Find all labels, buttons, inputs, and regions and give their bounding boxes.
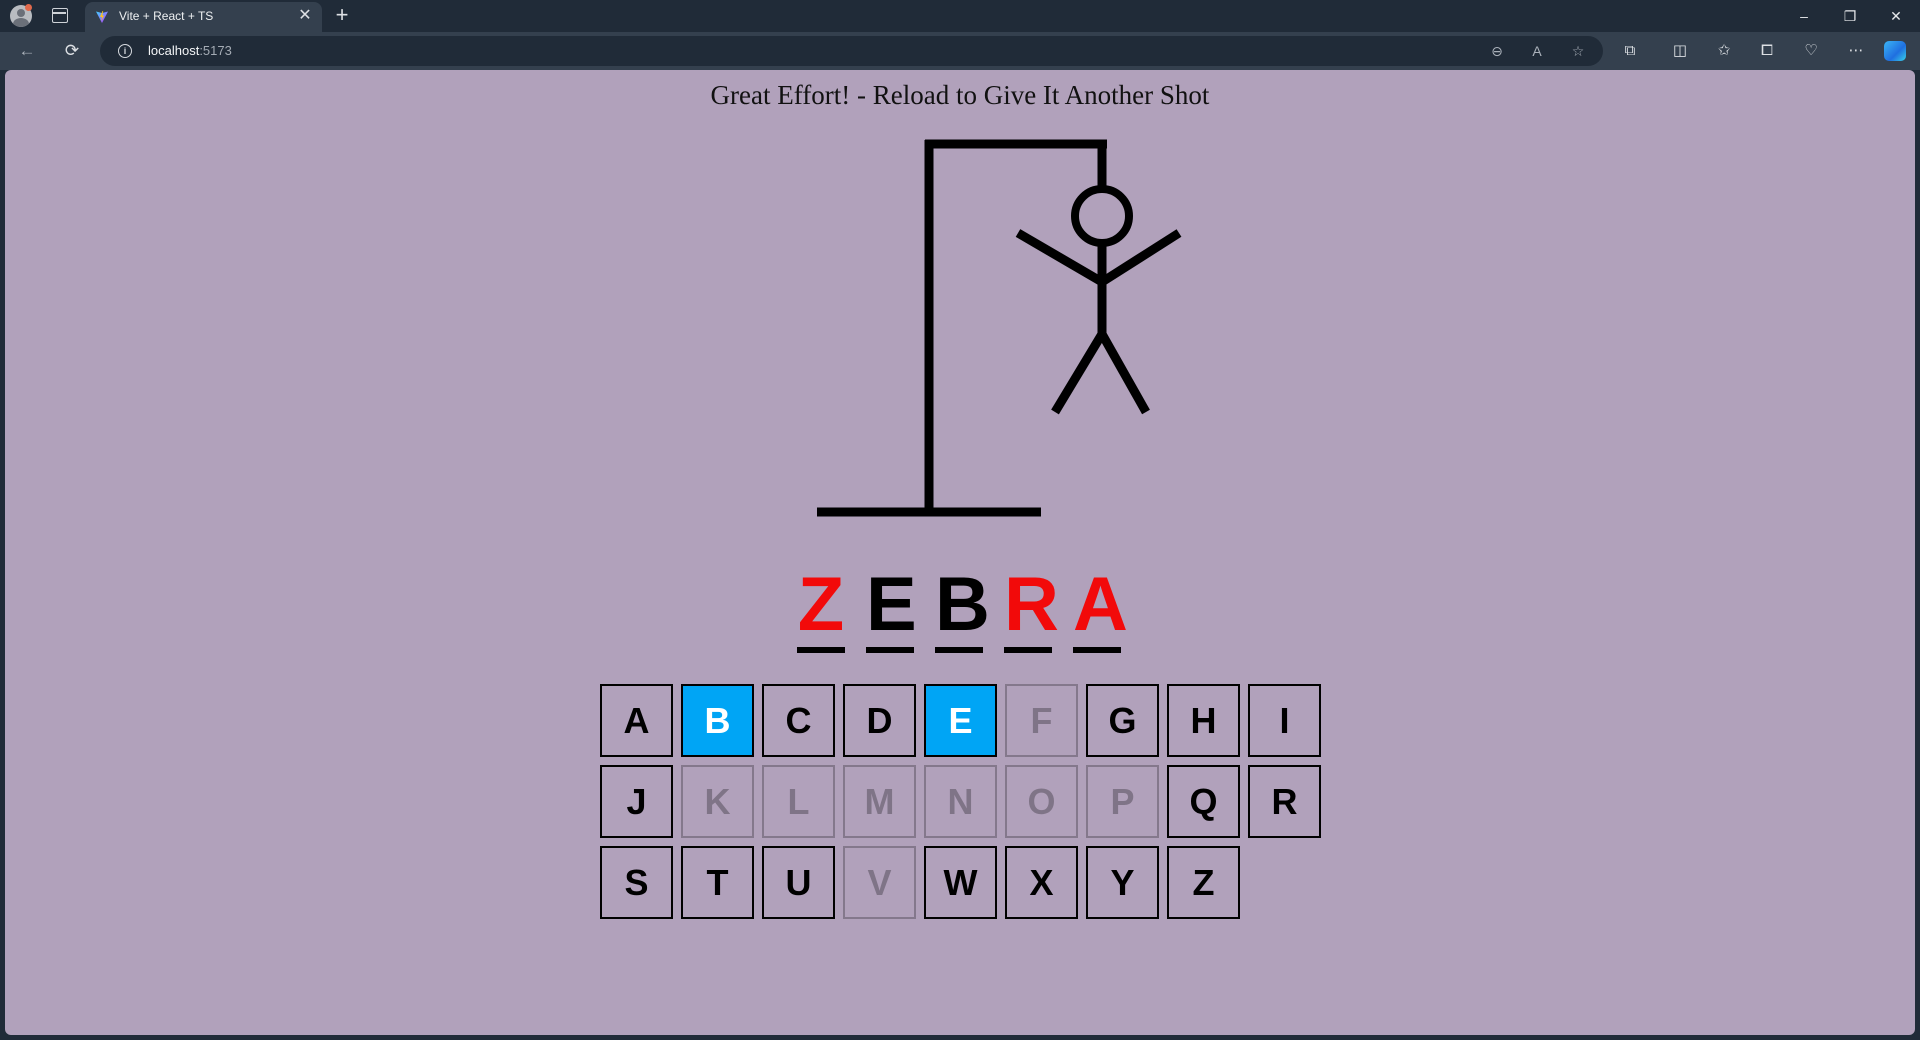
key-p: P (1086, 765, 1159, 838)
favorites-icon[interactable]: ✩ (1714, 41, 1734, 61)
key-q[interactable]: Q (1167, 765, 1240, 838)
key-d[interactable]: D (843, 684, 916, 757)
key-e: E (924, 684, 997, 757)
profile-notification-dot (25, 4, 32, 11)
key-f: F (1005, 684, 1078, 757)
tab-actions-icon[interactable] (52, 8, 68, 23)
word-letter-slot: E (866, 558, 917, 653)
word-letter-slot: B (935, 558, 990, 653)
restore-button[interactable]: ❐ (1830, 4, 1870, 28)
back-arrow-icon[interactable]: ← (15, 39, 39, 63)
more-menu-icon[interactable]: ⋯ (1846, 41, 1866, 61)
tab-close-icon[interactable]: ✕ (296, 7, 314, 25)
refresh-icon[interactable]: ⟳ (60, 39, 84, 63)
word-letter-slot: R (1004, 558, 1059, 653)
minimize-button[interactable]: – (1784, 4, 1824, 28)
key-a[interactable]: A (600, 684, 673, 757)
key-l: L (762, 765, 835, 838)
key-y[interactable]: Y (1086, 846, 1159, 919)
key-s[interactable]: S (600, 846, 673, 919)
key-m: M (843, 765, 916, 838)
key-b: B (681, 684, 754, 757)
vite-favicon-icon (96, 11, 108, 23)
close-window-button[interactable]: ✕ (1876, 4, 1916, 28)
tab-title: Vite + React + TS (119, 9, 214, 23)
key-u[interactable]: U (762, 846, 835, 919)
key-w[interactable]: W (924, 846, 997, 919)
hangman-right-leg (1098, 331, 1150, 415)
new-tab-button[interactable]: + (330, 4, 354, 28)
browser-tab-active[interactable]: Vite + React + TS ✕ (85, 2, 322, 32)
hangman-left-leg (1051, 331, 1106, 415)
extensions-icon[interactable]: ⧉ (1620, 41, 1640, 61)
key-t[interactable]: T (681, 846, 754, 919)
key-j[interactable]: J (600, 765, 673, 838)
key-v: V (843, 846, 916, 919)
key-z[interactable]: Z (1167, 846, 1240, 919)
url-text[interactable]: localhost:5173 (148, 43, 232, 58)
browser-essentials-icon[interactable]: ♡ (1801, 41, 1821, 61)
copilot-icon[interactable] (1884, 41, 1906, 61)
url-port: :5173 (199, 43, 232, 58)
word-display: ZEBRA (797, 558, 1142, 658)
key-h[interactable]: H (1167, 684, 1240, 757)
read-aloud-icon[interactable]: A (1528, 42, 1546, 60)
hangman-head (1071, 185, 1133, 247)
key-x[interactable]: X (1005, 846, 1078, 919)
collections-icon[interactable]: ⧠ (1757, 41, 1777, 61)
url-host: localhost (148, 43, 200, 58)
browser-toolbar: ← ⟳ i localhost:5173 ⊖ A ☆ ⧉ ◫ ✩ ⧠ ♡ ⋯ (0, 32, 1920, 70)
page-viewport: Great Effort! - Reload to Give It Anothe… (5, 70, 1915, 1035)
zoom-out-icon[interactable]: ⊖ (1488, 42, 1506, 60)
site-info-icon[interactable]: i (118, 44, 132, 58)
key-c[interactable]: C (762, 684, 835, 757)
key-r[interactable]: R (1248, 765, 1321, 838)
key-k: K (681, 765, 754, 838)
word-letter-slot: A (1073, 558, 1128, 653)
split-screen-icon[interactable]: ◫ (1670, 41, 1690, 61)
key-o: O (1005, 765, 1078, 838)
key-n: N (924, 765, 997, 838)
browser-titlebar: Vite + React + TS ✕ + – ❐ ✕ (0, 0, 1920, 32)
key-g[interactable]: G (1086, 684, 1159, 757)
word-letter-slot: Z (797, 558, 845, 653)
address-bar[interactable]: i localhost:5173 ⊖ A ☆ (100, 36, 1603, 66)
key-i[interactable]: I (1248, 684, 1321, 757)
favorite-star-icon[interactable]: ☆ (1569, 42, 1587, 60)
